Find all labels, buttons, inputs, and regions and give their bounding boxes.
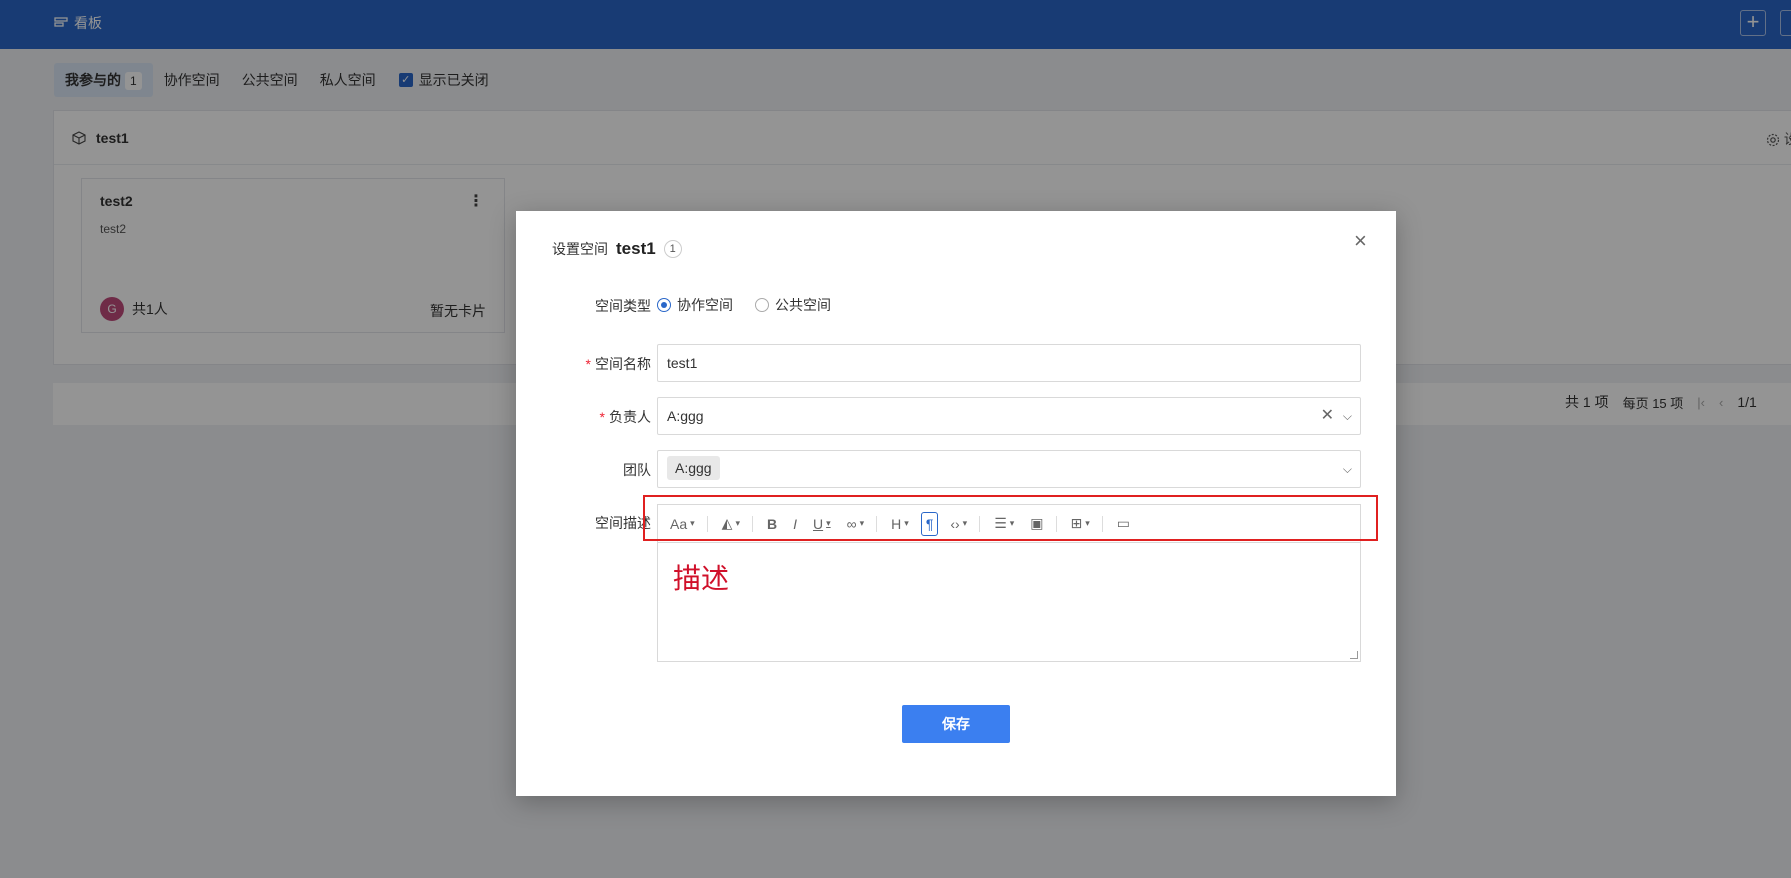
dialog-space-name: test1: [616, 239, 656, 258]
save-button[interactable]: 保存: [902, 705, 1010, 743]
owner-value: A:ggg: [667, 408, 704, 424]
close-icon[interactable]: ×: [1354, 230, 1367, 252]
space-name-row: * 空间名称 test1: [516, 344, 1396, 382]
resize-handle-icon[interactable]: [1350, 651, 1358, 659]
chevron-down-icon[interactable]: ⌵: [1343, 398, 1352, 434]
owner-label-text: 负责人: [609, 409, 651, 425]
radio-collaboration-label[interactable]: 协作空间: [677, 295, 733, 315]
space-type-radio-group: 协作空间 公共空间: [657, 295, 847, 315]
space-settings-dialog: 设置空间 test1 1 × 空间类型 协作空间 公共空间 * 空间名称 test…: [516, 211, 1396, 796]
radio-public[interactable]: [755, 298, 769, 312]
dialog-header: 设置空间 test1 1: [552, 239, 682, 259]
team-label: 团队: [623, 462, 651, 478]
owner-row: * 负责人 A:ggg ✕ ⌵: [516, 397, 1396, 435]
dialog-count-badge: 1: [663, 240, 682, 258]
owner-label: * 负责人: [599, 409, 651, 425]
space-type-row: 空间类型 协作空间 公共空间: [516, 286, 1396, 324]
team-row: 团队 A:ggg ⌵: [516, 450, 1396, 488]
description-editor[interactable]: 描述: [657, 542, 1361, 662]
space-name-label-text: 空间名称: [595, 356, 651, 372]
space-name-label: * 空间名称: [585, 356, 651, 372]
space-name-input[interactable]: test1: [657, 344, 1361, 382]
dialog-title: 设置空间: [552, 241, 608, 257]
clear-icon[interactable]: ✕: [1321, 398, 1334, 434]
owner-select[interactable]: A:ggg ✕ ⌵: [657, 397, 1361, 435]
description-placeholder: 描述: [673, 563, 730, 594]
toolbar-highlight-box: [643, 495, 1378, 541]
radio-collaboration[interactable]: [657, 298, 671, 312]
space-type-label: 空间类型: [595, 298, 651, 314]
team-select[interactable]: A:ggg ⌵: [657, 450, 1361, 488]
chevron-down-icon[interactable]: ⌵: [1343, 451, 1352, 487]
team-tag[interactable]: A:ggg: [667, 456, 720, 480]
radio-public-label[interactable]: 公共空间: [775, 295, 831, 315]
